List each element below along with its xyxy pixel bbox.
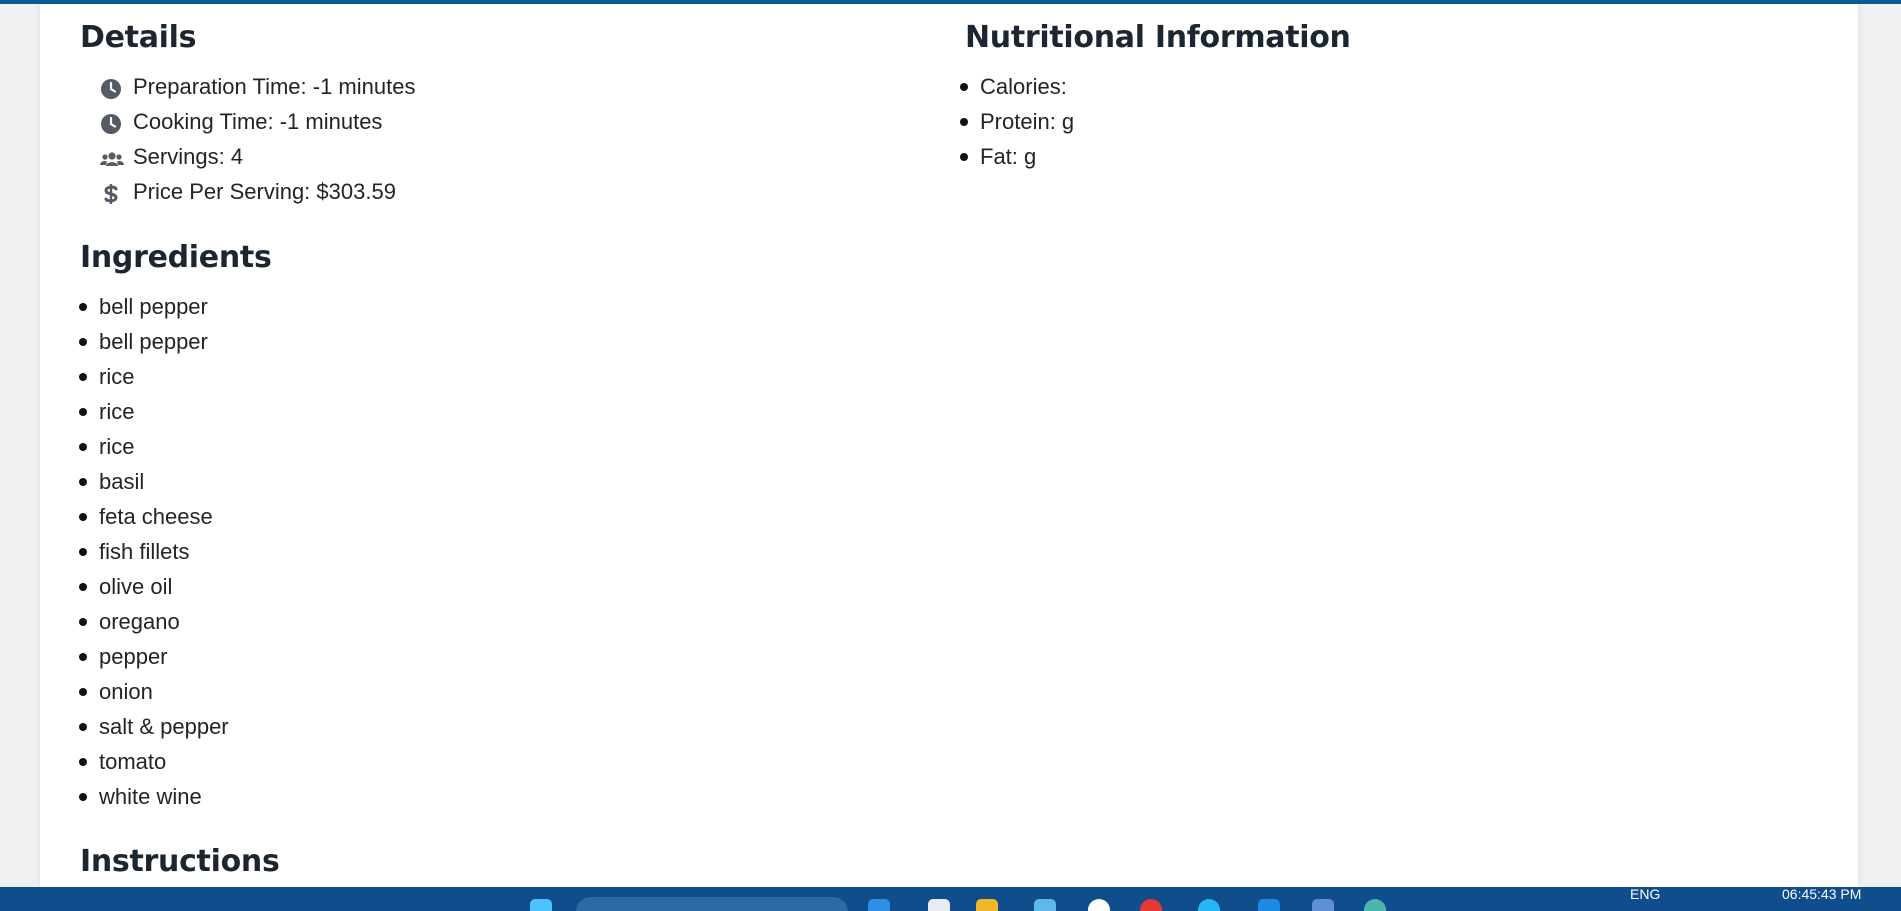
details-item-label: Preparation Time: -1 minutes [133,74,416,99]
details-item-label: Price Per Serving: $303.59 [133,179,396,204]
folder-icon[interactable] [976,899,998,911]
start-icon[interactable] [530,899,552,911]
app-icon[interactable] [1034,899,1056,911]
clock-icon [100,110,122,134]
instructions-heading: Instructions [80,844,280,879]
list-item: olive oil [79,569,229,604]
language-indicator[interactable]: ENG [1630,887,1660,902]
app-icon[interactable] [868,899,890,911]
app-icon[interactable] [1140,899,1162,911]
app-icon[interactable] [1088,899,1110,911]
details-item-price: Price Per Serving: $303.59 [100,174,415,209]
dollar-icon [100,180,122,204]
list-item: rice [79,394,229,429]
recipe-card: Details Preparation Time: -1 minutes Coo… [40,4,1858,887]
list-item: salt & pepper [79,709,229,744]
nutrition-item-protein: Protein: g [960,104,1074,139]
os-taskbar: ENG 06:45:43 PM [0,887,1901,911]
list-item: tomato [79,744,229,779]
list-item: rice [79,359,229,394]
taskbar-search-input[interactable] [576,897,848,911]
app-icon[interactable] [1258,899,1280,911]
list-item: oregano [79,604,229,639]
app-icon[interactable] [928,899,950,911]
ingredients-heading: Ingredients [80,240,272,275]
clock-time[interactable]: 06:45:43 PM [1782,887,1861,902]
list-item: pepper [79,639,229,674]
list-item: bell pepper [79,324,229,359]
users-icon [100,145,124,167]
ingredients-list: bell pepper bell pepper rice rice rice b… [79,289,229,814]
nutrition-item-fat: Fat: g [960,139,1074,174]
list-item: bell pepper [79,289,229,324]
nutrition-item-calories: Calories: [960,69,1074,104]
details-heading: Details [80,20,197,55]
app-icon[interactable] [1198,899,1220,911]
list-item: onion [79,674,229,709]
clock-icon [100,75,122,99]
list-item: white wine [79,779,229,814]
app-icon[interactable] [1364,899,1386,911]
details-item-label: Cooking Time: -1 minutes [133,109,383,134]
details-item-prep-time: Preparation Time: -1 minutes [100,69,415,104]
details-item-cook-time: Cooking Time: -1 minutes [100,104,415,139]
list-item: fish fillets [79,534,229,569]
nutrition-heading: Nutritional Information [965,20,1351,55]
list-item: basil [79,464,229,499]
app-icon[interactable] [1312,899,1334,911]
nutrition-list: Calories: Protein: g Fat: g [960,69,1074,174]
details-item-servings: Servings: 4 [100,139,415,174]
list-item: feta cheese [79,499,229,534]
details-item-label: Servings: 4 [133,144,244,169]
list-item: rice [79,429,229,464]
details-list: Preparation Time: -1 minutes Cooking Tim… [100,69,415,209]
